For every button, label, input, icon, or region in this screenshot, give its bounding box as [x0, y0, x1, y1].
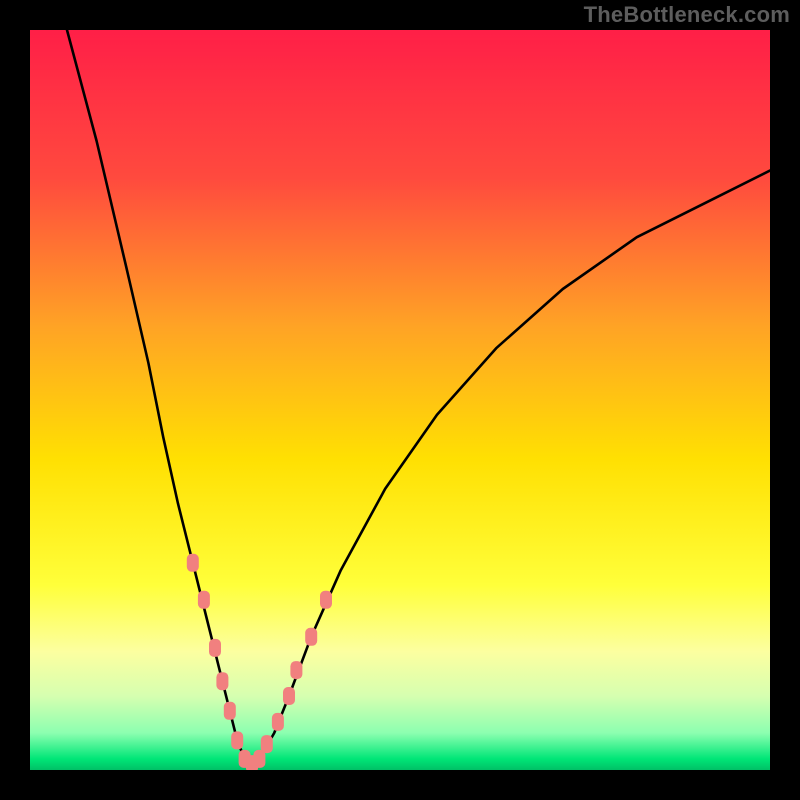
- gradient-background: [30, 30, 770, 770]
- curve-marker: [231, 731, 243, 749]
- curve-marker: [187, 554, 199, 572]
- curve-marker: [305, 628, 317, 646]
- bottleneck-chart: [30, 30, 770, 770]
- curve-marker: [209, 639, 221, 657]
- curve-marker: [283, 687, 295, 705]
- curve-marker: [272, 713, 284, 731]
- watermark-text: TheBottleneck.com: [584, 2, 790, 28]
- curve-marker: [290, 661, 302, 679]
- curve-marker: [261, 735, 273, 753]
- curve-marker: [224, 702, 236, 720]
- curve-marker: [253, 750, 265, 768]
- curve-marker: [216, 672, 228, 690]
- plot-area: [30, 30, 770, 770]
- chart-frame: TheBottleneck.com: [0, 0, 800, 800]
- curve-marker: [198, 591, 210, 609]
- curve-marker: [320, 591, 332, 609]
